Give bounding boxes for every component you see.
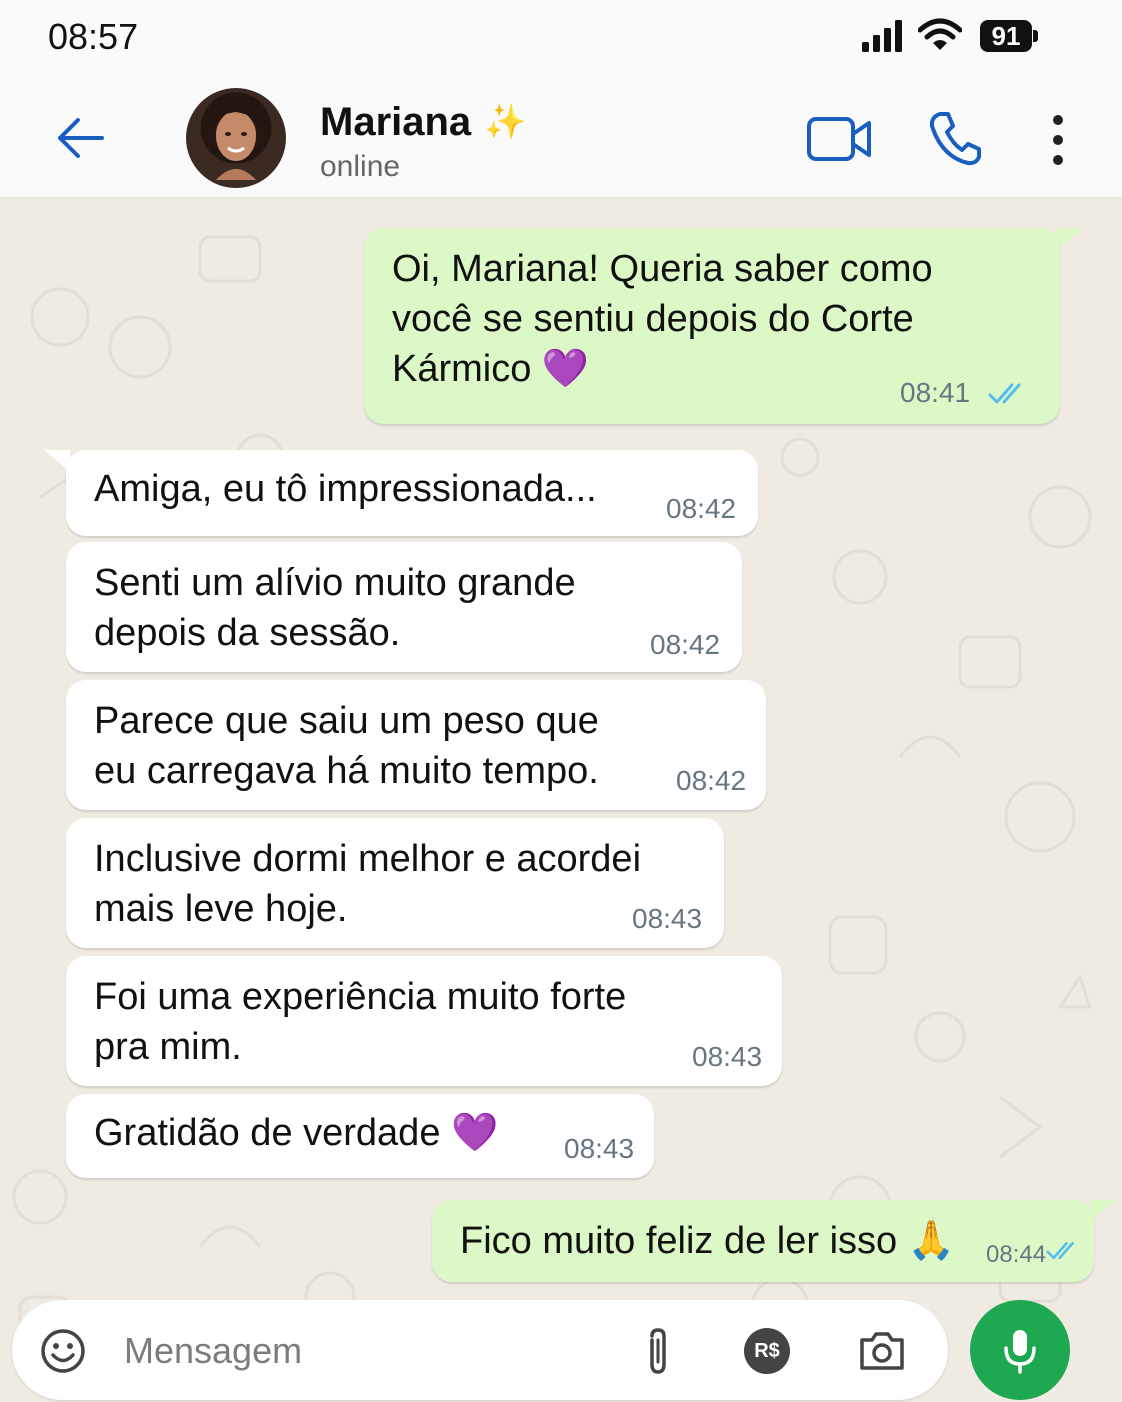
message-text-line: Oi, Mariana! Queria saber como <box>392 248 933 290</box>
message-text-line: Fico muito feliz de ler isso 🙏 <box>460 1220 956 1262</box>
status-bar: 08:57 91 <box>0 0 1122 78</box>
message-text-line: Senti um alívio muito grande <box>94 562 576 604</box>
microphone-button[interactable] <box>970 1300 1070 1400</box>
emoji-icon[interactable] <box>40 1328 86 1374</box>
message-bubble-outgoing[interactable]: Fico muito feliz de ler isso 🙏 08:44 <box>432 1200 1094 1282</box>
video-call-icon[interactable] <box>806 114 872 164</box>
more-options-icon[interactable] <box>1044 112 1072 168</box>
message-bubble-incoming[interactable]: Inclusive dormi melhor e acordei mais le… <box>66 818 724 948</box>
payment-icon[interactable]: R$ <box>744 1328 790 1374</box>
message-text-line: Amiga, eu tô impressionada... <box>94 468 597 510</box>
message-text-line: mais leve hoje. <box>94 888 348 930</box>
contact-name[interactable]: Mariana <box>320 100 471 145</box>
message-text-line: Inclusive dormi melhor e acordei <box>94 838 642 880</box>
message-time: 08:44 <box>986 1241 1047 1268</box>
message-text-line: depois da sessão. <box>94 612 401 654</box>
battery-indicator: 91 <box>980 20 1038 52</box>
paperclip-icon[interactable] <box>642 1326 674 1376</box>
message-bubble-incoming[interactable]: Foi uma experiência muito forte pra mim.… <box>66 956 782 1086</box>
contact-avatar[interactable] <box>186 88 286 188</box>
message-time: 08:42 <box>666 493 737 524</box>
message-time: 08:41 <box>900 377 971 408</box>
microphone-icon <box>1004 1330 1036 1374</box>
phone-icon[interactable] <box>928 110 982 166</box>
back-arrow-icon[interactable] <box>52 110 108 166</box>
message-bubble-incoming[interactable]: Parece que saiu um peso que eu carregava… <box>66 680 766 810</box>
message-time: 08:43 <box>692 1041 763 1072</box>
cellular-signal-icon <box>862 20 902 52</box>
message-text-line: Gratidão de verdade 💜 <box>94 1112 499 1154</box>
chat-header: Mariana ✨ online <box>0 78 1122 198</box>
message-input[interactable]: Mensagem <box>124 1330 302 1372</box>
payment-label: R$ <box>754 1340 780 1362</box>
contact-status: online <box>320 150 401 183</box>
message-time: 08:42 <box>676 765 747 796</box>
battery-level: 91 <box>980 20 1032 52</box>
sparkles-emoji: ✨ <box>484 103 527 141</box>
message-time: 08:43 <box>632 903 703 934</box>
message-text-line: Parece que saiu um peso que <box>94 700 599 742</box>
read-receipt-icon <box>1046 1242 1074 1260</box>
message-text-line: Foi uma experiência muito forte <box>94 976 627 1018</box>
wifi-icon <box>918 18 962 50</box>
message-bubble-incoming[interactable]: Amiga, eu tô impressionada... 08:42 <box>66 450 758 536</box>
message-composer[interactable]: Mensagem R$ <box>12 1300 948 1400</box>
message-bubble-incoming[interactable]: Gratidão de verdade 💜 08:43 <box>66 1094 654 1178</box>
status-time: 08:57 <box>48 16 139 57</box>
message-bubble-incoming[interactable]: Senti um alívio muito grande depois da s… <box>66 542 742 672</box>
message-bubble-outgoing[interactable]: Oi, Mariana! Queria saber como você se s… <box>364 228 1060 424</box>
message-text-line: você se sentiu depois do Corte <box>392 298 914 340</box>
message-text-line: eu carregava há muito tempo. <box>94 750 599 792</box>
read-receipt-icon <box>988 383 1021 404</box>
camera-icon[interactable] <box>858 1330 906 1372</box>
message-text-line: Kármico 💜 <box>392 348 590 390</box>
message-time: 08:43 <box>564 1133 635 1164</box>
message-text-line: pra mim. <box>94 1026 242 1068</box>
message-time: 08:42 <box>650 629 721 660</box>
